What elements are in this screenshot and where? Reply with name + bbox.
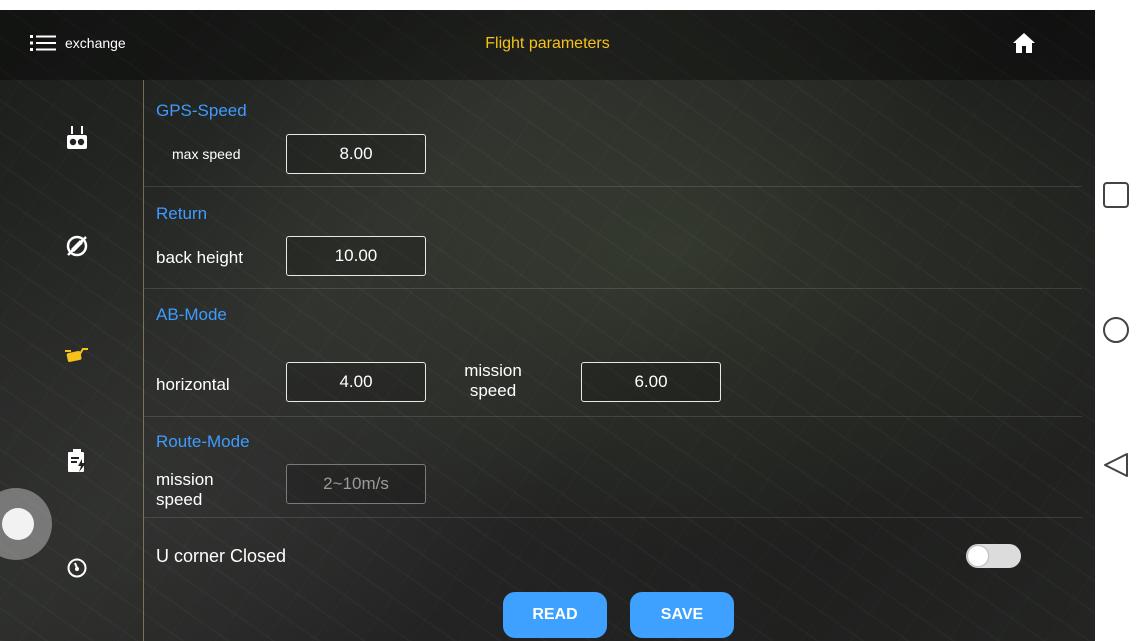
section-title-gps-speed: GPS-Speed (156, 101, 247, 120)
home-button[interactable] (1012, 32, 1036, 59)
route-mission-speed-label: mission speed (156, 470, 214, 510)
ab-mission-speed-label-line1: mission (464, 361, 522, 380)
section-title-ab-mode: AB-Mode (156, 305, 227, 324)
page-title: Flight parameters (485, 35, 610, 52)
u-corner-toggle[interactable] (966, 544, 1021, 568)
ab-mission-speed-input[interactable]: 6.00 (581, 362, 721, 402)
battery-clipboard-icon (67, 448, 87, 478)
sidebar-item-gauge[interactable] (64, 557, 90, 583)
sidebar-item-remote[interactable] (64, 125, 90, 155)
gauge-icon (66, 557, 88, 584)
section-title-return: Return (156, 204, 208, 223)
top-bar: exchange Flight parameters (0, 10, 1095, 80)
back-height-input[interactable]: 10.00 (286, 236, 426, 276)
joystick-knob[interactable] (2, 508, 34, 540)
toggle-knob (968, 546, 988, 566)
parameters-panel: GPS-Speed max speed 8.00 Return back hei… (144, 80, 1095, 641)
section-title-route-mode: Route-Mode (156, 432, 250, 451)
circle-icon[interactable] (1101, 315, 1131, 350)
sidebar-item-battery[interactable] (64, 448, 90, 478)
remote-controller-icon (66, 125, 88, 155)
route-mission-speed-input[interactable]: 2~10m/s (286, 464, 426, 504)
drone-icon (65, 346, 89, 369)
horizontal-input[interactable]: 4.00 (286, 362, 426, 402)
max-speed-input[interactable]: 8.00 (286, 134, 426, 174)
square-icon[interactable] (1101, 180, 1131, 215)
back-height-label: back height (156, 248, 243, 267)
app-screen: exchange Flight parameters GPS-Speed max… (0, 10, 1095, 641)
system-nav-bar (1095, 0, 1136, 641)
route-mission-speed-label-line2: speed (156, 490, 203, 509)
sidebar-item-drone[interactable] (64, 344, 90, 370)
read-button[interactable]: READ (503, 592, 607, 638)
divider (144, 517, 1082, 518)
route-mission-speed-label-line1: mission (156, 470, 214, 489)
sidebar-item-compass[interactable] (64, 235, 90, 261)
ab-mission-speed-label: mission speed (458, 361, 528, 401)
home-icon (1012, 33, 1036, 58)
u-corner-label: U corner Closed (156, 546, 287, 566)
divider (144, 416, 1082, 417)
divider (144, 288, 1082, 289)
max-speed-label: max speed (172, 146, 241, 162)
compass-icon (65, 234, 89, 263)
horizontal-label: horizontal (156, 375, 230, 394)
save-button[interactable]: SAVE (630, 592, 734, 638)
divider (144, 186, 1082, 187)
ab-mission-speed-label-line2: speed (469, 381, 517, 400)
triangle-icon[interactable] (1101, 450, 1131, 485)
